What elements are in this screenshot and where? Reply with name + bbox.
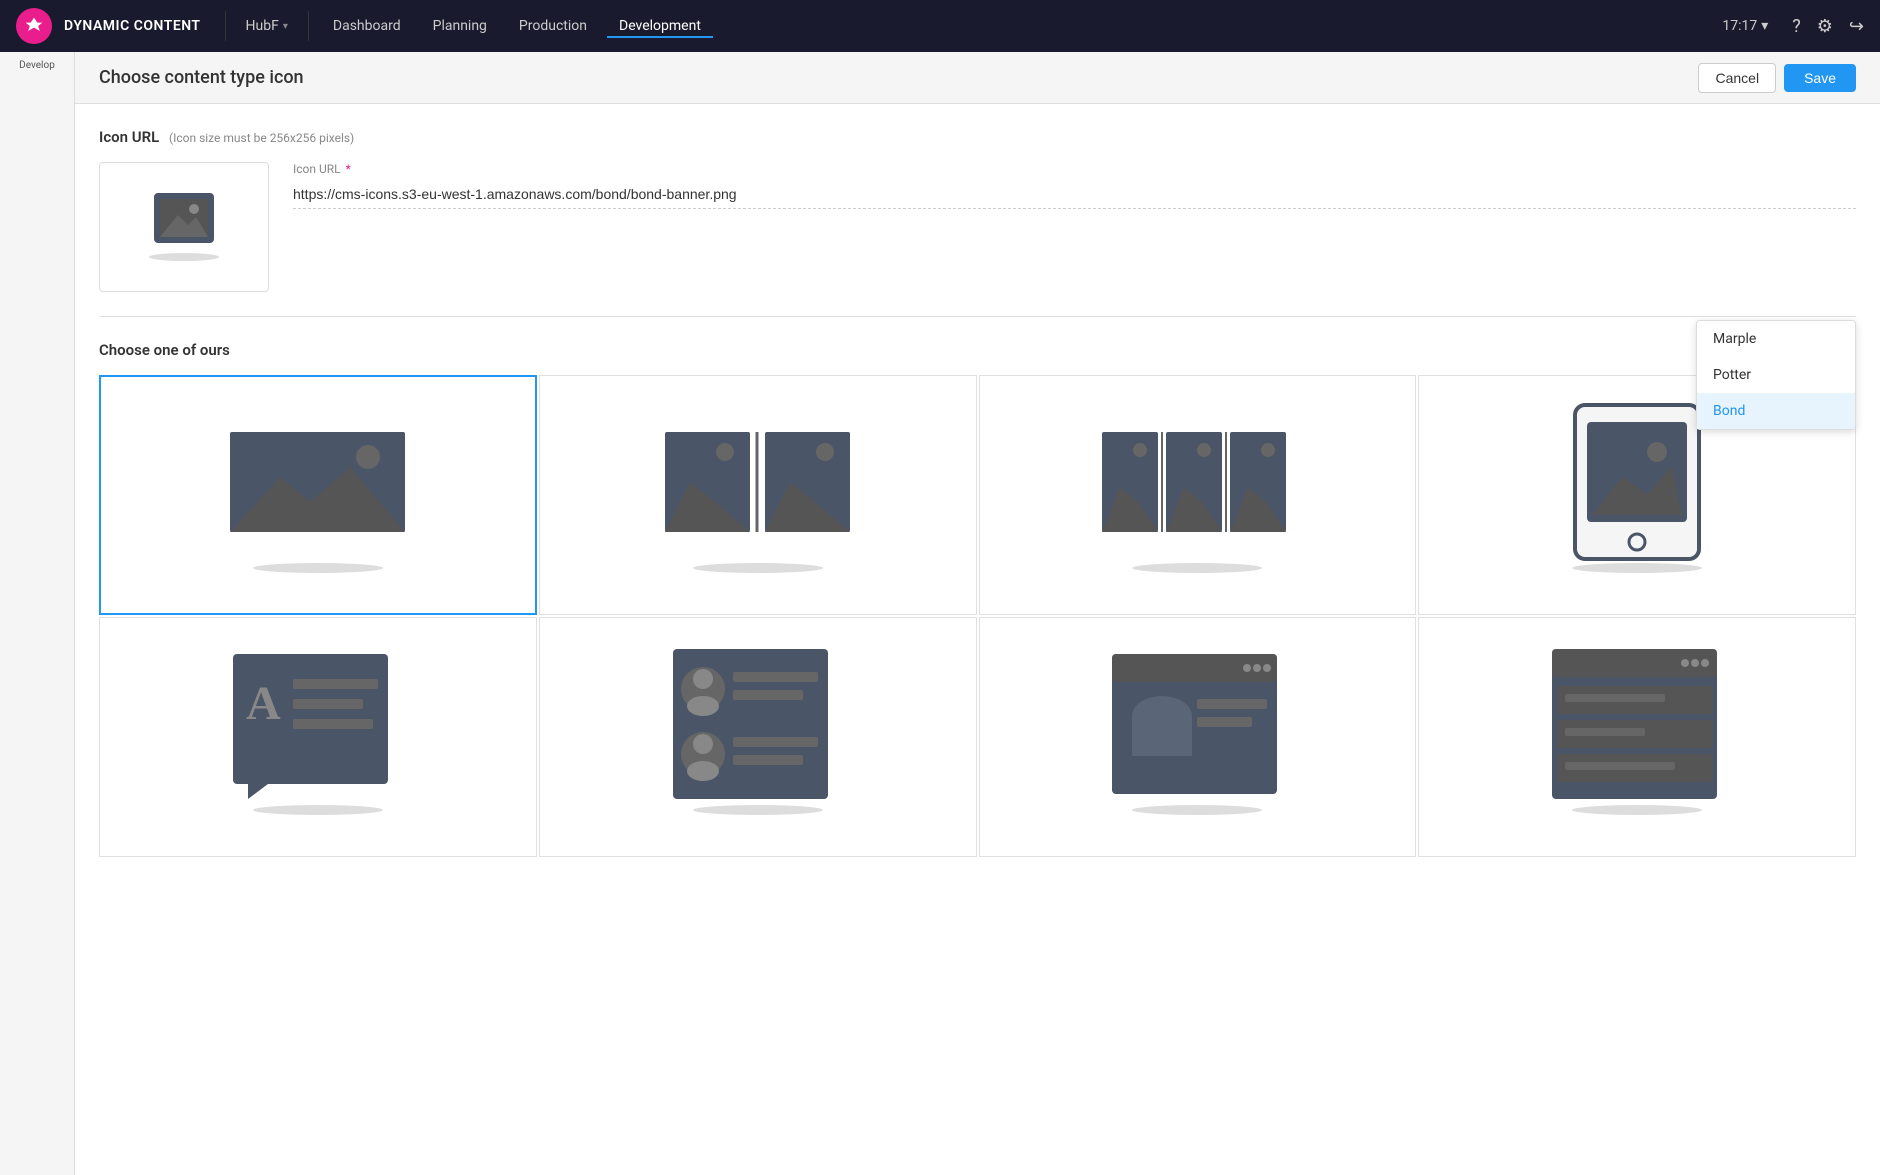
icon-preview-image bbox=[154, 193, 214, 243]
icon-cell-8[interactable] bbox=[1418, 617, 1856, 857]
settings-icon[interactable]: ⚙ bbox=[1817, 16, 1833, 37]
modal-header: Choose content type icon Cancel Save bbox=[75, 52, 1880, 104]
field-required: * bbox=[346, 162, 351, 176]
triple-banner-icon bbox=[1100, 422, 1295, 542]
modal-actions: Cancel Save bbox=[1698, 63, 1856, 93]
logout-icon[interactable]: ↪ bbox=[1849, 16, 1864, 37]
dropdown-item-marple[interactable]: Marple bbox=[1697, 321, 1855, 357]
icon-cell-6[interactable] bbox=[539, 617, 977, 857]
icon-cell-shadow-8 bbox=[1572, 805, 1702, 815]
preview-image-icon bbox=[160, 199, 208, 237]
app-name: DYNAMIC CONTENT bbox=[64, 18, 201, 34]
icon-cell-image-6 bbox=[658, 659, 858, 789]
icon-url-title: Icon URL (Icon size must be 256x256 pixe… bbox=[99, 128, 1856, 146]
icon-url-row: Icon URL * bbox=[99, 162, 1856, 292]
svg-text:A: A bbox=[246, 677, 281, 730]
nav-production[interactable]: Production bbox=[507, 14, 599, 38]
sidebar: Develop bbox=[0, 52, 75, 1175]
icon-preview-shadow bbox=[149, 253, 219, 261]
nav-planning[interactable]: Planning bbox=[421, 14, 499, 38]
dropdown-item-potter[interactable]: Potter bbox=[1697, 357, 1855, 393]
icon-cell-shadow-2 bbox=[693, 563, 823, 573]
icon-url-input[interactable] bbox=[293, 180, 1856, 209]
time-chevron-icon: ▾ bbox=[1761, 18, 1768, 34]
icon-url-subtitle: (Icon size must be 256x256 pixels) bbox=[169, 131, 354, 145]
double-banner-icon bbox=[660, 422, 855, 542]
cancel-button[interactable]: Cancel bbox=[1698, 63, 1776, 93]
help-icon[interactable]: ? bbox=[1792, 16, 1801, 37]
current-time: 17:17 ▾ bbox=[1722, 18, 1768, 34]
icon-cell-image-3 bbox=[1097, 417, 1297, 547]
text-card-icon: A bbox=[228, 644, 408, 804]
modal-content: Icon URL (Icon size must be 256x256 pixe… bbox=[75, 104, 1880, 1175]
nav-development[interactable]: Development bbox=[607, 14, 713, 38]
icon-url-section: Icon URL (Icon size must be 256x256 pixe… bbox=[99, 128, 1856, 292]
icon-cell-1[interactable] bbox=[99, 375, 537, 615]
top-navigation: DYNAMIC CONTENT HubF ▾ Dashboard Plannin… bbox=[0, 0, 1880, 52]
choose-title: Choose one of ours bbox=[99, 341, 1856, 359]
icon-cell-shadow-5 bbox=[253, 805, 383, 815]
hub-chevron-icon: ▾ bbox=[283, 21, 288, 32]
icon-cell-7[interactable] bbox=[979, 617, 1417, 857]
icon-cell-image-8 bbox=[1537, 659, 1737, 789]
modal-overlay: Choose content type icon Cancel Save Ico… bbox=[75, 52, 1880, 1175]
browser-icon bbox=[1107, 644, 1287, 804]
choose-section: Choose one of ours bbox=[99, 341, 1856, 857]
save-button[interactable]: Save bbox=[1784, 64, 1856, 92]
icon-cell-shadow-7 bbox=[1132, 805, 1262, 815]
person-card-icon bbox=[668, 644, 848, 804]
app-logo bbox=[16, 8, 52, 44]
tablet-icon bbox=[1572, 402, 1702, 562]
icon-url-field-wrap: Icon URL * bbox=[293, 162, 1856, 209]
icon-cell-shadow-1 bbox=[253, 563, 383, 573]
icon-cell-5[interactable]: A bbox=[99, 617, 537, 857]
icon-cell-image-4 bbox=[1537, 417, 1737, 547]
modal-title: Choose content type icon bbox=[99, 67, 304, 88]
icon-grid: A bbox=[99, 375, 1856, 857]
icon-cell-shadow-4 bbox=[1572, 563, 1702, 573]
dropdown-menu: Marple Potter Bond bbox=[1696, 320, 1856, 430]
nav-divider-1 bbox=[225, 11, 226, 41]
dropdown-item-bond[interactable]: Bond bbox=[1697, 393, 1855, 429]
icon-cell-3[interactable] bbox=[979, 375, 1417, 615]
field-label: Icon URL * bbox=[293, 162, 1856, 176]
icon-cell-shadow-3 bbox=[1132, 563, 1262, 573]
single-banner-icon bbox=[220, 422, 415, 542]
section-divider bbox=[99, 316, 1856, 317]
icon-cell-2[interactable] bbox=[539, 375, 977, 615]
icon-cell-image-1 bbox=[218, 417, 418, 547]
nav-divider-2 bbox=[308, 11, 309, 41]
icon-cell-image-2 bbox=[658, 417, 858, 547]
sidebar-develop-label: Develop bbox=[0, 52, 74, 79]
icon-cell-image-5: A bbox=[218, 659, 418, 789]
icon-preview-box bbox=[99, 162, 269, 292]
nav-dashboard[interactable]: Dashboard bbox=[321, 14, 413, 38]
hub-selector[interactable]: HubF ▾ bbox=[238, 14, 296, 38]
hub-label: HubF bbox=[246, 18, 279, 34]
icon-cell-shadow-6 bbox=[693, 805, 823, 815]
icon-cell-image-7 bbox=[1097, 659, 1297, 789]
list-rows-icon bbox=[1547, 644, 1727, 804]
